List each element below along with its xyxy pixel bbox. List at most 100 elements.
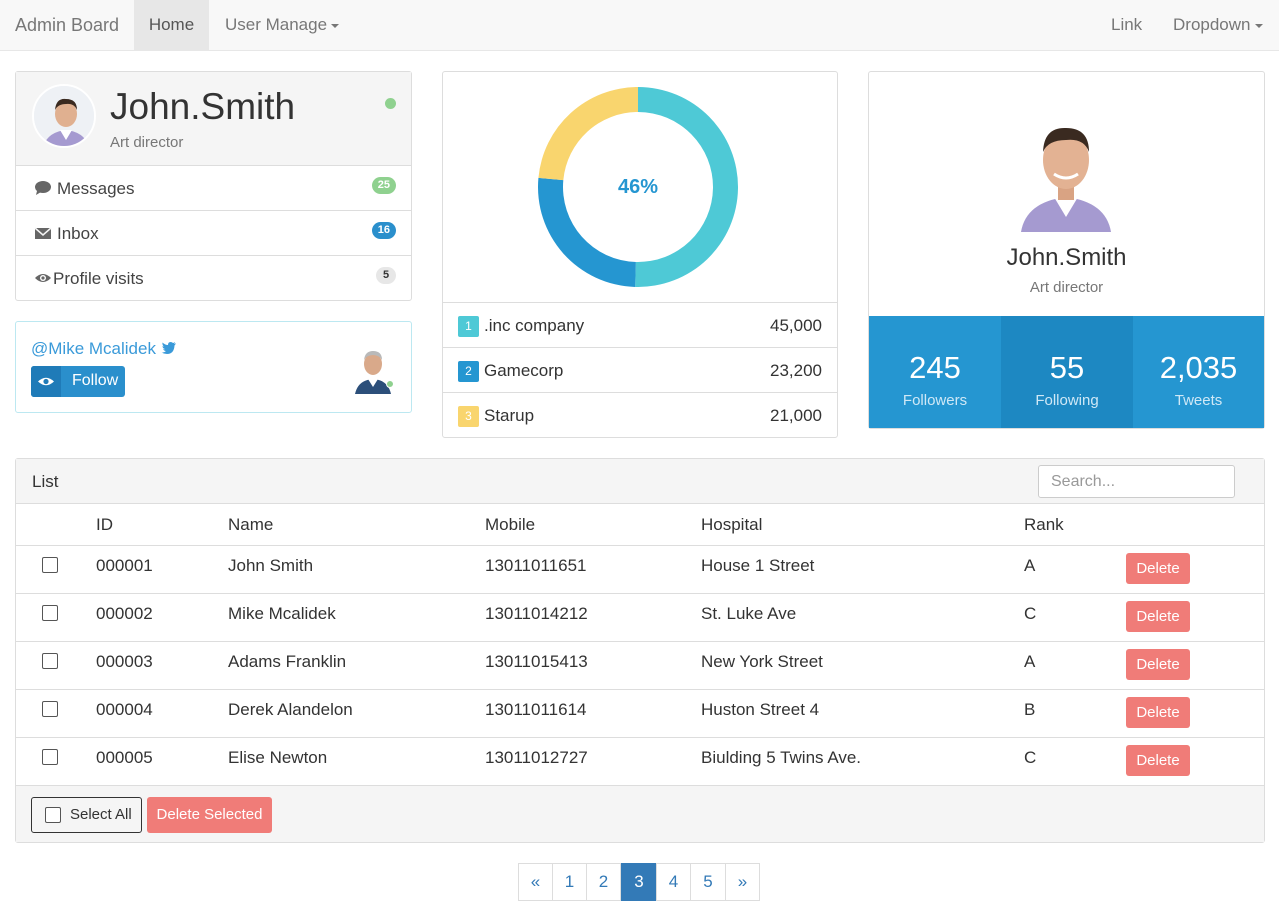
- messages-count-badge: 25: [371, 177, 396, 194]
- rank-badge: 2: [458, 361, 479, 382]
- person-photo-icon: [34, 86, 94, 146]
- list-item-profile-visits[interactable]: Profile visits 5: [16, 256, 411, 301]
- profile-role: Art director: [110, 134, 184, 151]
- cell-name: Mike Mcalidek: [228, 604, 336, 623]
- table-divider: [16, 545, 1264, 546]
- select-all-label: Select All: [70, 806, 132, 823]
- nav-user-manage-label: User Manage: [225, 15, 328, 34]
- chart-legend-row: 2 Gamecorp 23,200: [443, 347, 837, 392]
- cell-rank: C: [1024, 748, 1037, 767]
- column-header-hospital: Hospital: [701, 515, 763, 534]
- list-panel-footer: Select All Delete Selected: [16, 785, 1264, 842]
- card-name: John.Smith: [1006, 244, 1127, 271]
- nav-user-manage[interactable]: User Manage: [225, 0, 340, 50]
- page-5[interactable]: 5: [690, 863, 726, 901]
- cell-hospital: New York Street: [701, 652, 823, 671]
- company-value: 21,000: [770, 406, 822, 425]
- stat-following[interactable]: 55 Following: [1001, 316, 1133, 428]
- profile-header: John.Smith Art director: [16, 72, 411, 166]
- company-value: 23,200: [770, 361, 822, 380]
- profile-card: John.Smith Art director 245 Followers 55…: [868, 71, 1265, 429]
- row-checkbox[interactable]: [42, 653, 58, 669]
- row-checkbox[interactable]: [42, 749, 58, 765]
- list-item-label: Inbox: [57, 224, 99, 243]
- list-item-inbox[interactable]: Inbox 16: [16, 211, 411, 256]
- profile-visits-count-badge: 5: [376, 267, 396, 284]
- table-divider: [16, 737, 1264, 738]
- page-4[interactable]: 4: [656, 863, 691, 901]
- list-item-label: Profile visits: [53, 269, 144, 288]
- page-next[interactable]: »: [725, 863, 760, 901]
- envelope-icon: [34, 227, 52, 239]
- stat-value: 2,035: [1159, 350, 1238, 385]
- column-header-mobile: Mobile: [485, 515, 536, 534]
- search-input[interactable]: [1038, 465, 1235, 498]
- cell-mobile: 13011014212: [485, 604, 588, 623]
- stat-tweets[interactable]: 2,035 Tweets: [1133, 316, 1264, 428]
- profile-name: John.Smith: [110, 86, 296, 127]
- chart-legend-row: 1 .inc company 45,000: [443, 302, 837, 347]
- delete-button[interactable]: Delete: [1126, 745, 1190, 776]
- eye-icon: [35, 274, 51, 282]
- nav-link[interactable]: Link: [1111, 0, 1142, 50]
- chart-panel: 46% 1 .inc company 45,000 2 Gamecorp 23,…: [442, 71, 838, 438]
- delete-button[interactable]: Delete: [1126, 601, 1190, 632]
- cell-hospital: St. Luke Ave: [701, 604, 797, 623]
- cell-id: 000004: [96, 700, 153, 719]
- caret-down-icon: [1254, 23, 1263, 28]
- list-panel-header: List: [16, 459, 1264, 504]
- list-title: List: [32, 472, 59, 491]
- cell-id: 000003: [96, 652, 153, 671]
- stat-followers[interactable]: 245 Followers: [869, 316, 1001, 428]
- card-role: Art director: [1029, 279, 1104, 296]
- row-checkbox[interactable]: [42, 605, 58, 621]
- cell-hospital: House 1 Street: [701, 556, 815, 575]
- chart-legend-row: 3 Starup 21,000: [443, 392, 837, 437]
- twitter-handle-link[interactable]: @Mike Mcalidek: [31, 339, 177, 359]
- cell-rank: C: [1024, 604, 1037, 623]
- page-3[interactable]: 3: [621, 863, 657, 901]
- cell-rank: B: [1024, 700, 1036, 719]
- delete-button[interactable]: Delete: [1126, 553, 1190, 584]
- select-all-button[interactable]: Select All: [31, 797, 142, 833]
- profile-panel: John.Smith Art director Messages 25 Inbo…: [15, 71, 412, 301]
- column-header-rank: Rank: [1024, 515, 1064, 534]
- stat-label: Following: [1035, 392, 1099, 409]
- cell-name: Adams Franklin: [228, 652, 347, 671]
- page-2[interactable]: 2: [586, 863, 621, 901]
- rank-badge: 3: [458, 406, 479, 427]
- row-checkbox[interactable]: [42, 701, 58, 717]
- donut-segment-3: [538, 87, 638, 181]
- nav-dropdown[interactable]: Dropdown: [1173, 0, 1263, 50]
- navbar: Admin Board Home User Manage Link Dropdo…: [0, 0, 1279, 51]
- select-all-checkbox: [45, 807, 61, 823]
- table-divider: [16, 689, 1264, 690]
- stat-label: Followers: [902, 392, 968, 409]
- comment-icon: [35, 181, 51, 195]
- follow-button[interactable]: Follow: [31, 366, 125, 397]
- page-prev[interactable]: «: [518, 863, 553, 901]
- follow-button-label: Follow: [72, 372, 119, 389]
- online-status-icon: [385, 98, 396, 109]
- cell-name: Derek Alandelon: [228, 700, 353, 719]
- delete-button[interactable]: Delete: [1126, 649, 1190, 680]
- list-item-messages[interactable]: Messages 25: [16, 166, 411, 211]
- page-1[interactable]: 1: [552, 863, 587, 901]
- delete-selected-button[interactable]: Delete Selected: [147, 797, 272, 833]
- cell-mobile: 13011011651: [485, 556, 587, 575]
- delete-button[interactable]: Delete: [1126, 697, 1190, 728]
- cell-name: Elise Newton: [228, 748, 328, 767]
- cell-name: John Smith: [228, 556, 314, 575]
- table-divider: [16, 593, 1264, 594]
- company-value: 45,000: [770, 316, 822, 335]
- company-name: .inc company: [484, 316, 585, 335]
- inbox-count-badge: 16: [371, 222, 396, 239]
- brand-link[interactable]: Admin Board: [15, 0, 119, 50]
- row-checkbox[interactable]: [42, 557, 58, 573]
- nav-home[interactable]: Home: [134, 0, 209, 50]
- table-divider: [16, 641, 1264, 642]
- nav-dropdown-label: Dropdown: [1173, 15, 1251, 34]
- cell-rank: A: [1024, 556, 1036, 575]
- cell-id: 000002: [96, 604, 153, 623]
- cell-id: 000005: [96, 748, 153, 767]
